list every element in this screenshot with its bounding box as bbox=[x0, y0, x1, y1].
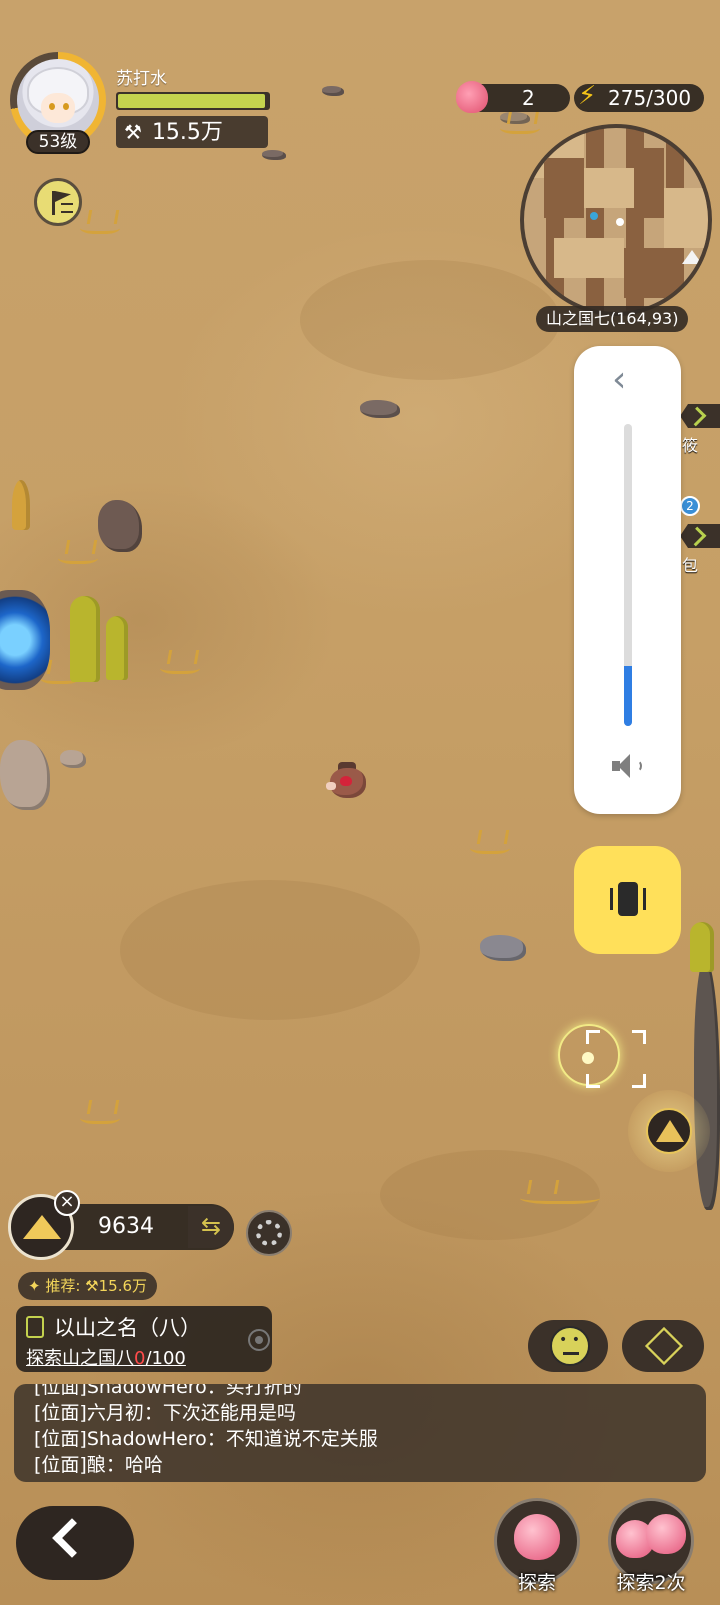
hp-bar bbox=[116, 92, 270, 110]
quest-progress-current: 0 bbox=[134, 1348, 146, 1369]
location-coordinates: 山之国七(164,93) bbox=[536, 306, 689, 332]
quest-desc-prefix: 探索山之国八 bbox=[26, 1348, 134, 1369]
quest-title: 以山之名（八） bbox=[54, 1316, 201, 1340]
quest-progress-total: /100 bbox=[145, 1348, 186, 1369]
notification-badge: 2 bbox=[680, 496, 700, 516]
close-icon[interactable]: × bbox=[54, 1190, 80, 1216]
energy-resource[interactable]: ⚡ 275/300 bbox=[574, 81, 704, 112]
minimap[interactable] bbox=[520, 124, 712, 316]
peach-resource[interactable]: 2 bbox=[456, 81, 570, 113]
explore-twice-label: 探索2次 bbox=[616, 1572, 686, 1594]
explore-button[interactable]: 探索 bbox=[494, 1498, 580, 1594]
peach-count: 2 bbox=[522, 86, 535, 110]
sand-pile-icon bbox=[656, 1120, 684, 1142]
player-name: 苏打水 bbox=[116, 69, 167, 89]
energy-value: 275/300 bbox=[608, 86, 692, 110]
lightning-icon: ⚡ bbox=[578, 81, 597, 111]
arrow-left-icon bbox=[52, 1518, 92, 1558]
side-tab-2-label: 包 bbox=[682, 556, 699, 575]
emoji-icon bbox=[550, 1326, 590, 1366]
quest-panel[interactable]: 以山之名（八） 探索山之国八0/100 bbox=[16, 1306, 272, 1372]
volume-level bbox=[624, 665, 632, 726]
power-value: 15.5万 bbox=[151, 120, 223, 145]
hp-bar-fill bbox=[118, 94, 265, 108]
peach-icon bbox=[646, 1514, 686, 1554]
vibrate-button[interactable] bbox=[574, 846, 681, 954]
chevron-left-icon[interactable]: ‹ bbox=[612, 360, 626, 400]
power-icon: ⚒ bbox=[124, 120, 142, 144]
vibrate-icon bbox=[618, 882, 638, 916]
player-character bbox=[326, 760, 368, 800]
cube-icon bbox=[644, 1326, 684, 1366]
clipboard-icon bbox=[26, 1316, 44, 1338]
speaker-icon[interactable] bbox=[612, 754, 646, 778]
recommend-value: 15.6万 bbox=[98, 1277, 148, 1295]
side-tab-1-label: 筱 bbox=[682, 436, 699, 455]
gear-icon[interactable] bbox=[246, 1210, 292, 1256]
camp-icon bbox=[682, 250, 702, 264]
recommend-label: 推荐: bbox=[45, 1277, 81, 1295]
portal[interactable] bbox=[0, 590, 50, 690]
chat-line: [位面]酿：哈哈 bbox=[34, 1454, 163, 1476]
volume-panel: ‹ bbox=[574, 346, 681, 814]
quest-description: 探索山之国八0/100 bbox=[26, 1344, 186, 1370]
explore-label: 探索 bbox=[517, 1572, 556, 1594]
side-tab-1[interactable] bbox=[680, 404, 720, 428]
chat-line: [位面]ShadowHero：不知道说不定关服 bbox=[34, 1428, 378, 1450]
peach-icon bbox=[456, 81, 488, 113]
sand-collect-button[interactable] bbox=[628, 1090, 710, 1172]
chat-line: [位面]六月初：下次还能用是吗 bbox=[34, 1402, 296, 1424]
chat-panel[interactable]: [位面]ShadowHero：买打折的 [位面]六月初：下次还能用是吗 [位面]… bbox=[14, 1384, 706, 1482]
emoji-button[interactable] bbox=[528, 1320, 608, 1372]
recommend-power: ✦ 推荐: ⚒15.6万 bbox=[18, 1272, 158, 1300]
power-display: ⚒ 15.5万 bbox=[116, 116, 268, 148]
level-badge: 53级 bbox=[26, 130, 90, 154]
explore-twice-button[interactable]: 探索2次 bbox=[608, 1498, 694, 1594]
side-tab-2[interactable] bbox=[680, 524, 720, 548]
sand-value: 9634 bbox=[98, 1214, 154, 1239]
back-button[interactable] bbox=[16, 1506, 134, 1580]
avatar[interactable] bbox=[17, 59, 99, 141]
peach-icon bbox=[514, 1514, 560, 1560]
flag-button[interactable] bbox=[34, 178, 82, 226]
flag-icon bbox=[52, 191, 55, 215]
locate-icon[interactable] bbox=[248, 1329, 270, 1351]
cube-button[interactable] bbox=[622, 1320, 704, 1372]
ally-marker bbox=[590, 212, 598, 220]
chat-line: [位面]ShadowHero：买打折的 bbox=[34, 1384, 302, 1398]
player-marker bbox=[616, 218, 624, 226]
focus-brackets-icon[interactable] bbox=[586, 1030, 646, 1088]
volume-slider[interactable] bbox=[624, 424, 632, 726]
swap-icon[interactable]: ⇆ bbox=[188, 1206, 234, 1248]
